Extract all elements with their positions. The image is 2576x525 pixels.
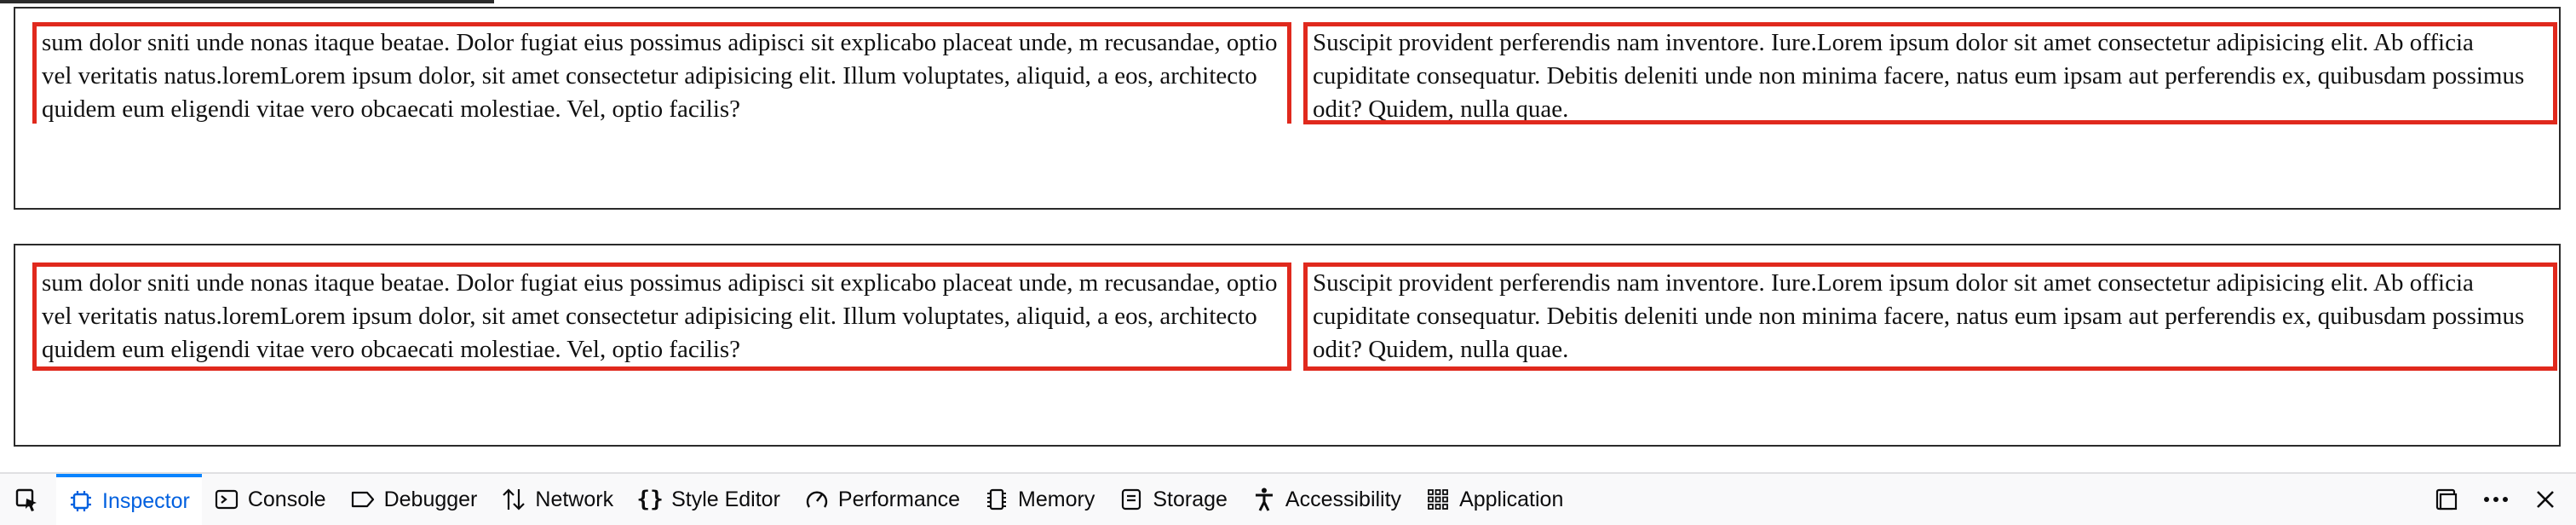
tab-style-editor[interactable]: {} Style Editor (625, 474, 792, 525)
tab-label: Style Editor (671, 487, 780, 511)
tab-label: Network (535, 487, 614, 511)
tab-label: Memory (1018, 487, 1095, 511)
tab-network[interactable]: Network (489, 474, 625, 525)
tab-debugger[interactable]: Debugger (338, 474, 490, 525)
storage-icon (1118, 487, 1144, 512)
tab-accessibility[interactable]: Accessibility (1239, 474, 1413, 525)
debugger-icon (350, 487, 376, 512)
tab-performance[interactable]: Performance (792, 474, 972, 525)
demo-container-1: sum dolor sniti unde nonas itaque beatae… (14, 7, 2561, 210)
more-options-icon[interactable] (2481, 484, 2511, 515)
element-picker-icon[interactable] (10, 486, 44, 515)
tab-label: Storage (1153, 487, 1228, 511)
performance-icon (804, 487, 830, 512)
console-icon (214, 487, 239, 512)
devtools-right-tools (2431, 474, 2561, 525)
accessibility-icon (1251, 487, 1277, 512)
devtools-tabs: Inspector Console Debugger Network {} St… (56, 474, 1575, 525)
tab-storage[interactable]: Storage (1107, 474, 1239, 525)
top-strip (0, 0, 494, 3)
close-icon[interactable] (2530, 484, 2561, 515)
tab-label: Performance (837, 487, 961, 511)
tab-inspector[interactable]: Inspector (56, 474, 202, 525)
left-column-text: sum dolor sniti unde nonas itaque beatae… (32, 22, 1291, 124)
style-editor-icon: {} (636, 487, 664, 512)
left-column-text: sum dolor sniti unde nonas itaque beatae… (32, 262, 1291, 371)
tab-label: Console (247, 487, 326, 511)
memory-icon (984, 487, 1009, 512)
right-column-text: Suscipit provident perferendis nam inven… (1303, 22, 2557, 124)
tab-label: Inspector (102, 488, 190, 513)
tab-application[interactable]: Application (1413, 474, 1575, 525)
application-icon (1425, 487, 1451, 512)
devtools-toolbar: Inspector Console Debugger Network {} St… (0, 472, 2576, 525)
tab-console[interactable]: Console (202, 474, 338, 525)
demo-container-2: sum dolor sniti unde nonas itaque beatae… (14, 244, 2561, 447)
tab-memory[interactable]: Memory (972, 474, 1107, 525)
tab-label: Application (1459, 487, 1564, 511)
tab-label: Accessibility (1285, 487, 1402, 511)
right-column-text: Suscipit provident perferendis nam inven… (1303, 262, 2557, 371)
tab-label: Debugger (383, 487, 478, 511)
network-icon (501, 487, 526, 512)
inspector-icon (68, 488, 94, 514)
dock-options-icon[interactable] (2431, 484, 2462, 515)
